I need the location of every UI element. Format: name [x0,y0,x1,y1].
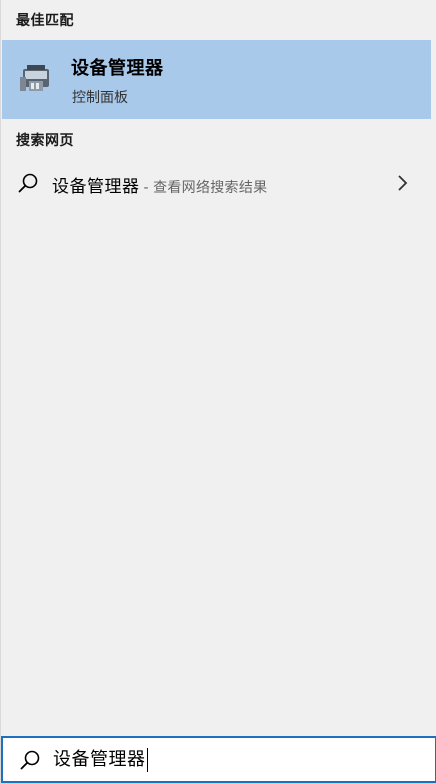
device-manager-icon [20,65,49,91]
search-results-panel: 最佳匹配 设备管理器 控制面板 搜索网页 设备管理器 - 查看网络搜索结果 设备… [0,0,436,783]
search-icon [18,173,38,193]
web-search-heading: 搜索网页 [16,133,74,149]
web-search-separator: - [143,180,150,196]
search-input[interactable]: 设备管理器 [53,748,148,772]
web-search-query: 设备管理器 [52,177,140,197]
web-search-hint: 查看网络搜索结果 [153,180,268,196]
web-search-text: 设备管理器 - 查看网络搜索结果 [52,172,267,197]
best-match-heading: 最佳匹配 [16,13,74,29]
web-search-result[interactable]: 设备管理器 - 查看网络搜索结果 [2,165,431,201]
chevron-right-icon [398,175,408,191]
best-match-title: 设备管理器 [71,58,164,79]
search-icon [20,750,40,770]
best-match-item-device-manager[interactable]: 设备管理器 控制面板 [2,40,431,119]
search-box[interactable]: 设备管理器 [1,736,436,783]
best-match-subtitle: 控制面板 [72,90,128,106]
